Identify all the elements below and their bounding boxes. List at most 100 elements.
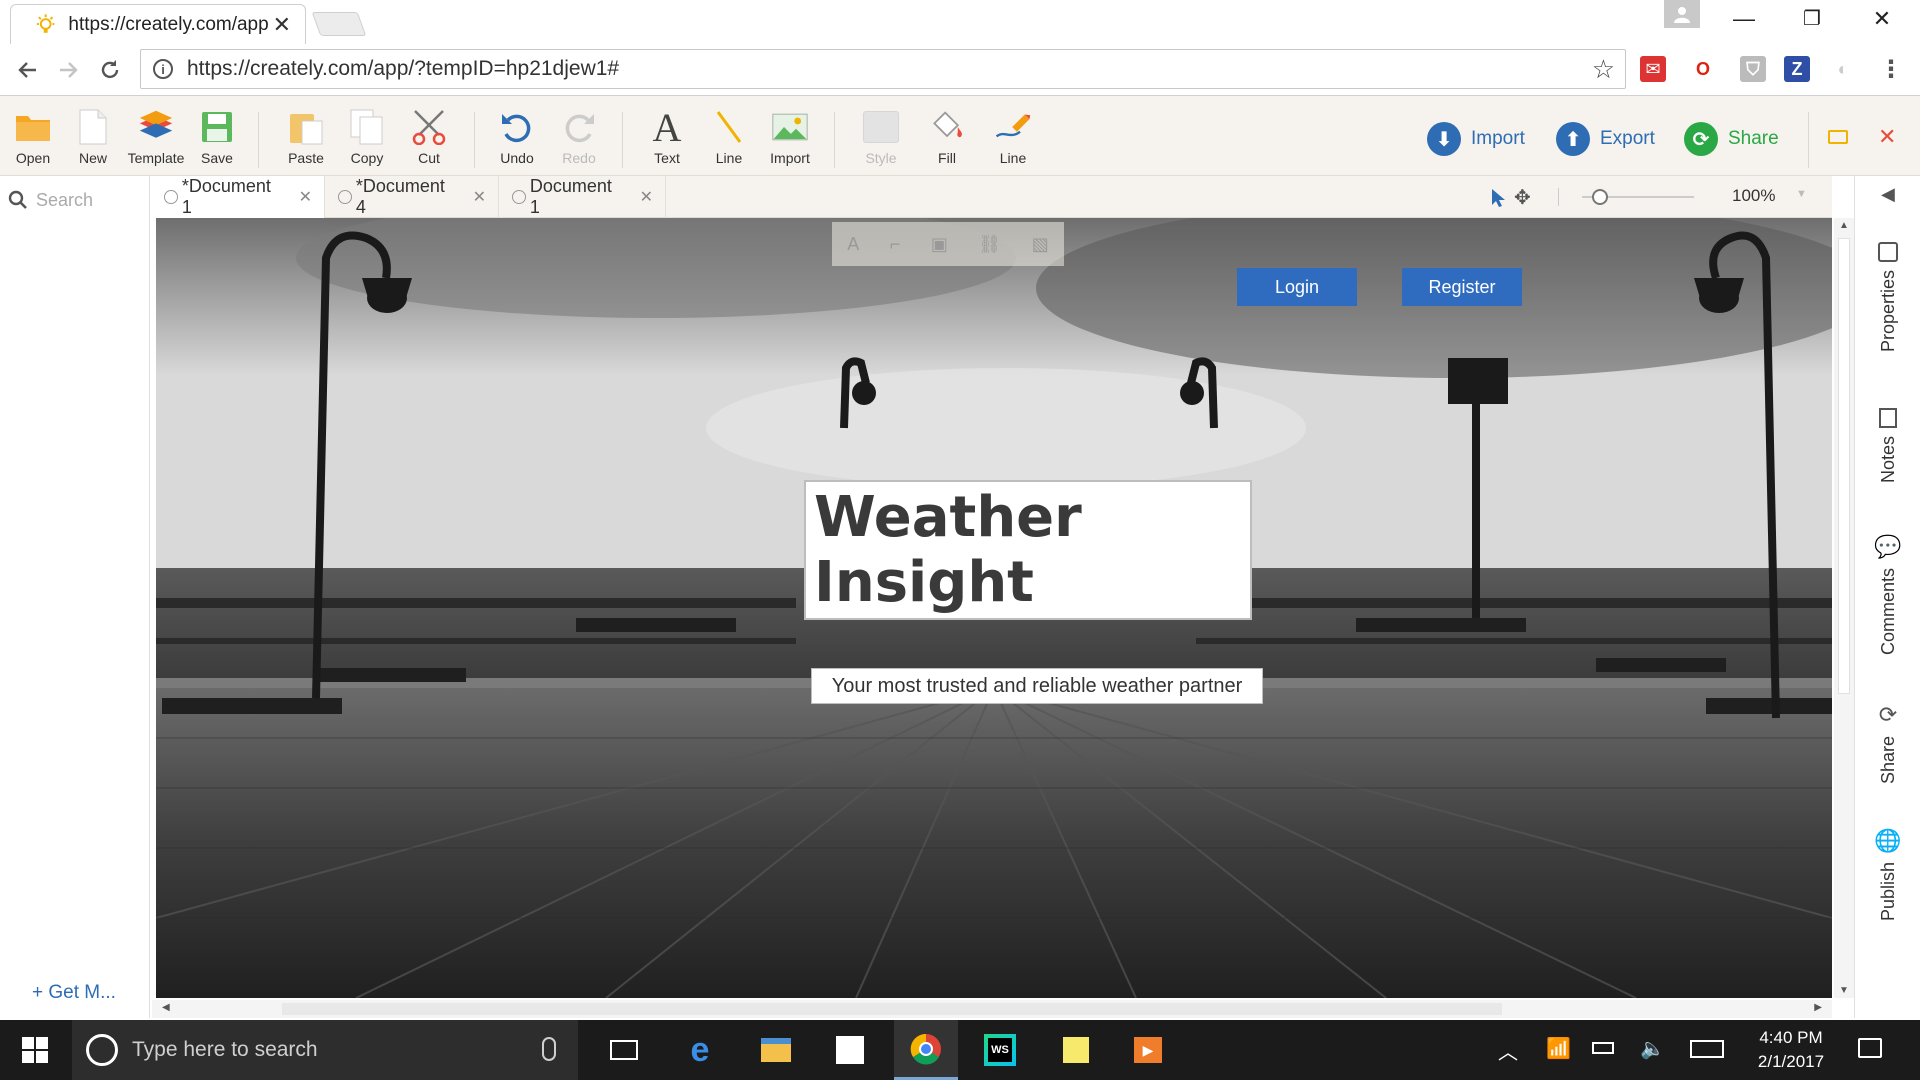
- media-app[interactable]: ▶: [1116, 1020, 1180, 1080]
- chrome-app[interactable]: [894, 1020, 958, 1080]
- doc-tab[interactable]: Document 1 ✕: [500, 176, 666, 218]
- browser-tab[interactable]: https://creately.com/app ✕: [10, 4, 306, 44]
- import-image-button[interactable]: Import: [760, 108, 820, 172]
- system-clock[interactable]: 4:40 PM 2/1/2017: [1736, 1026, 1846, 1074]
- pointer-tool-icon[interactable]: [1490, 188, 1506, 208]
- extension-opera-icon[interactable]: O: [1690, 56, 1716, 82]
- doc-tab[interactable]: *Document 1 ✕: [152, 176, 325, 218]
- scroll-up-icon[interactable]: ▲: [1839, 220, 1849, 231]
- save-button[interactable]: Save: [187, 108, 247, 172]
- horizontal-scrollbar[interactable]: ◀ ▶: [152, 1000, 1832, 1018]
- arrange-icon[interactable]: ▣: [931, 234, 948, 255]
- template-button[interactable]: Template: [126, 108, 186, 172]
- scroll-left-icon[interactable]: ◀: [162, 1002, 170, 1013]
- pan-tool-icon[interactable]: ✥: [1514, 185, 1531, 210]
- back-button[interactable]: [10, 52, 46, 88]
- close-doc-tab-icon[interactable]: ✕: [473, 187, 486, 207]
- notes-tab[interactable]: Notes: [1855, 408, 1920, 483]
- url-field[interactable]: i https://creately.com/app/?tempID=hp21d…: [140, 49, 1626, 89]
- register-button[interactable]: Register: [1402, 268, 1522, 306]
- edge-app[interactable]: e: [668, 1020, 732, 1080]
- volume-icon[interactable]: 🔈: [1640, 1036, 1665, 1061]
- comment-icon[interactable]: [1828, 130, 1848, 144]
- paste-button[interactable]: Paste: [276, 108, 336, 172]
- import-button[interactable]: ⬇ Import: [1427, 120, 1525, 158]
- bookmark-star-icon[interactable]: ☆: [1592, 54, 1615, 85]
- link-icon[interactable]: ⛓: [978, 234, 1001, 255]
- new-tab-button[interactable]: [311, 12, 367, 36]
- collapse-panel-icon[interactable]: ◀: [1881, 184, 1895, 205]
- export-button[interactable]: ⬆ Export: [1556, 120, 1655, 158]
- reload-button[interactable]: [92, 52, 128, 88]
- properties-tab[interactable]: Properties: [1855, 242, 1920, 352]
- battery-icon[interactable]: [1592, 1042, 1614, 1054]
- doc-tab[interactable]: *Document 4 ✕: [326, 176, 499, 218]
- comments-tab[interactable]: 💬 Comments: [1855, 534, 1920, 655]
- profile-button[interactable]: [1664, 0, 1700, 28]
- close-doc-tab-icon[interactable]: ✕: [299, 187, 312, 207]
- close-window-button[interactable]: ✕: [1852, 6, 1912, 32]
- extension-grey-icon[interactable]: ◐: [1830, 56, 1856, 82]
- connector-icon[interactable]: ⌐: [890, 234, 901, 255]
- vertical-scroll-thumb[interactable]: [1838, 238, 1850, 694]
- zoom-level[interactable]: 100%: [1732, 186, 1775, 206]
- tagline-box[interactable]: Your most trusted and reliable weather p…: [811, 668, 1263, 704]
- minimize-button[interactable]: —: [1714, 6, 1774, 32]
- zoom-slider-handle[interactable]: [1592, 189, 1608, 205]
- extension-mail-icon[interactable]: ✉: [1640, 56, 1666, 82]
- open-label: Open: [15, 150, 51, 166]
- open-button[interactable]: Open: [3, 108, 63, 172]
- line-style-button[interactable]: Line: [983, 108, 1043, 172]
- show-hidden-icons-icon[interactable]: ︿: [1498, 1036, 1518, 1065]
- share-tab[interactable]: ⟳ Share: [1855, 702, 1920, 784]
- network-icon[interactable]: 📶: [1546, 1036, 1571, 1061]
- new-button[interactable]: New: [63, 108, 123, 172]
- sticky-notes-app[interactable]: [1044, 1020, 1108, 1080]
- scroll-down-icon[interactable]: ▼: [1839, 985, 1849, 996]
- style-button[interactable]: Style: [851, 108, 911, 172]
- text-format-icon[interactable]: A: [847, 234, 859, 255]
- zoom-slider[interactable]: [1582, 189, 1694, 205]
- site-info-icon[interactable]: i: [153, 59, 173, 79]
- taskbar-search[interactable]: Type here to search: [72, 1020, 578, 1080]
- webstorm-app[interactable]: WS: [968, 1020, 1032, 1080]
- redo-button[interactable]: Redo: [549, 108, 609, 172]
- close-icon[interactable]: ✕: [1878, 124, 1896, 150]
- undo-button[interactable]: Undo: [487, 108, 547, 172]
- shape-search[interactable]: Search: [8, 182, 148, 218]
- store-app[interactable]: [818, 1020, 882, 1080]
- notes-label: Notes: [1877, 436, 1898, 484]
- line-button[interactable]: Line: [699, 108, 759, 172]
- vertical-scrollbar[interactable]: ▲ ▼: [1834, 218, 1854, 998]
- file-explorer-app[interactable]: [744, 1020, 808, 1080]
- scroll-right-icon[interactable]: ▶: [1814, 1002, 1822, 1013]
- headline-box[interactable]: Weather Insight: [804, 480, 1252, 620]
- fill-button[interactable]: Fill: [917, 108, 977, 172]
- share-button[interactable]: ⟳ Share: [1684, 120, 1779, 158]
- toolbar-divider: [622, 112, 623, 168]
- shape-style-icon[interactable]: ▧: [1032, 234, 1049, 255]
- close-doc-tab-icon[interactable]: ✕: [640, 187, 653, 207]
- extension-shield-icon[interactable]: ⛉: [1740, 56, 1766, 82]
- publish-tab[interactable]: 🌐 Publish: [1855, 828, 1920, 921]
- cut-button[interactable]: Cut: [399, 108, 459, 172]
- diagram-canvas[interactable]: A ⌐ ▣ ⛓ ▧ Login Register Weather Insight…: [156, 218, 1832, 998]
- text-button[interactable]: A Text: [637, 105, 697, 172]
- folder-taskbar-icon: [761, 1038, 791, 1062]
- search-input[interactable]: Search: [36, 182, 136, 218]
- zoom-dropdown-icon[interactable]: ▼: [1796, 188, 1807, 200]
- forward-button[interactable]: [50, 52, 86, 88]
- copy-button[interactable]: Copy: [337, 108, 397, 172]
- chrome-menu-icon[interactable]: ⋮: [1878, 56, 1904, 83]
- task-view-button[interactable]: [592, 1020, 656, 1080]
- start-button[interactable]: [0, 1020, 70, 1080]
- microphone-icon[interactable]: [542, 1037, 556, 1061]
- horizontal-scroll-thumb[interactable]: [282, 1003, 1502, 1015]
- restore-button[interactable]: ❐: [1782, 6, 1842, 31]
- login-button[interactable]: Login: [1237, 268, 1357, 306]
- keyboard-icon[interactable]: [1690, 1040, 1724, 1058]
- close-tab-icon[interactable]: ✕: [273, 12, 291, 38]
- extension-z-icon[interactable]: Z: [1784, 56, 1810, 82]
- action-center-icon[interactable]: [1858, 1038, 1882, 1058]
- get-more-link[interactable]: + Get M...: [32, 982, 116, 1004]
